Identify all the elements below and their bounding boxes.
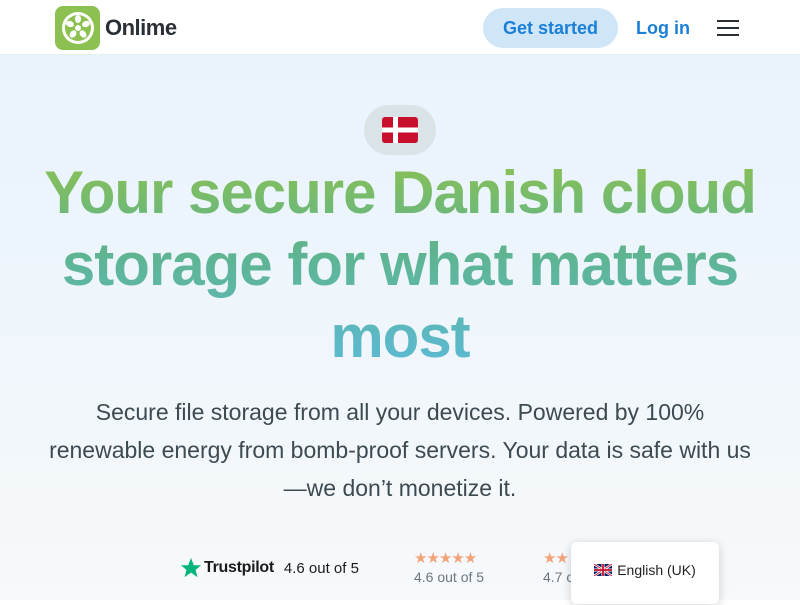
login-link[interactable]: Log in [632,8,694,48]
trustpilot-star-icon [180,557,202,578]
rating-stars: ★★★★★ [414,550,477,567]
brand-name: Onlime [105,15,177,40]
trustpilot-label: Trustpilot [204,559,274,576]
top-navigation-bar: Onlime Get started Log in [0,0,800,55]
onlime-logo-icon [55,6,100,50]
hero-headline: Your secure Danish cloud storage for wha… [20,157,780,373]
denmark-flag-icon [364,105,436,155]
uk-flag-icon [594,564,613,576]
trustpilot-score: 4.6 out of 5 [283,559,359,577]
language-selector[interactable]: English (UK) [571,542,719,604]
trustpilot-rating[interactable]: Trustpilot 4.6 out of 5 [180,557,359,579]
language-label: English (UK) [617,562,696,578]
hero-subtext: Secure file storage from all your device… [49,399,751,501]
app-store-rating[interactable]: ★★★★★ 4.6 out of 5 [414,549,494,585]
rating-score: 4.6 out of 5 [414,569,485,585]
hero-section: Your secure Danish cloud storage for wha… [0,55,800,600]
brand-logo[interactable]: Onlime [55,6,177,50]
hamburger-menu-icon[interactable] [713,14,743,42]
get-started-button[interactable]: Get started [483,8,618,48]
